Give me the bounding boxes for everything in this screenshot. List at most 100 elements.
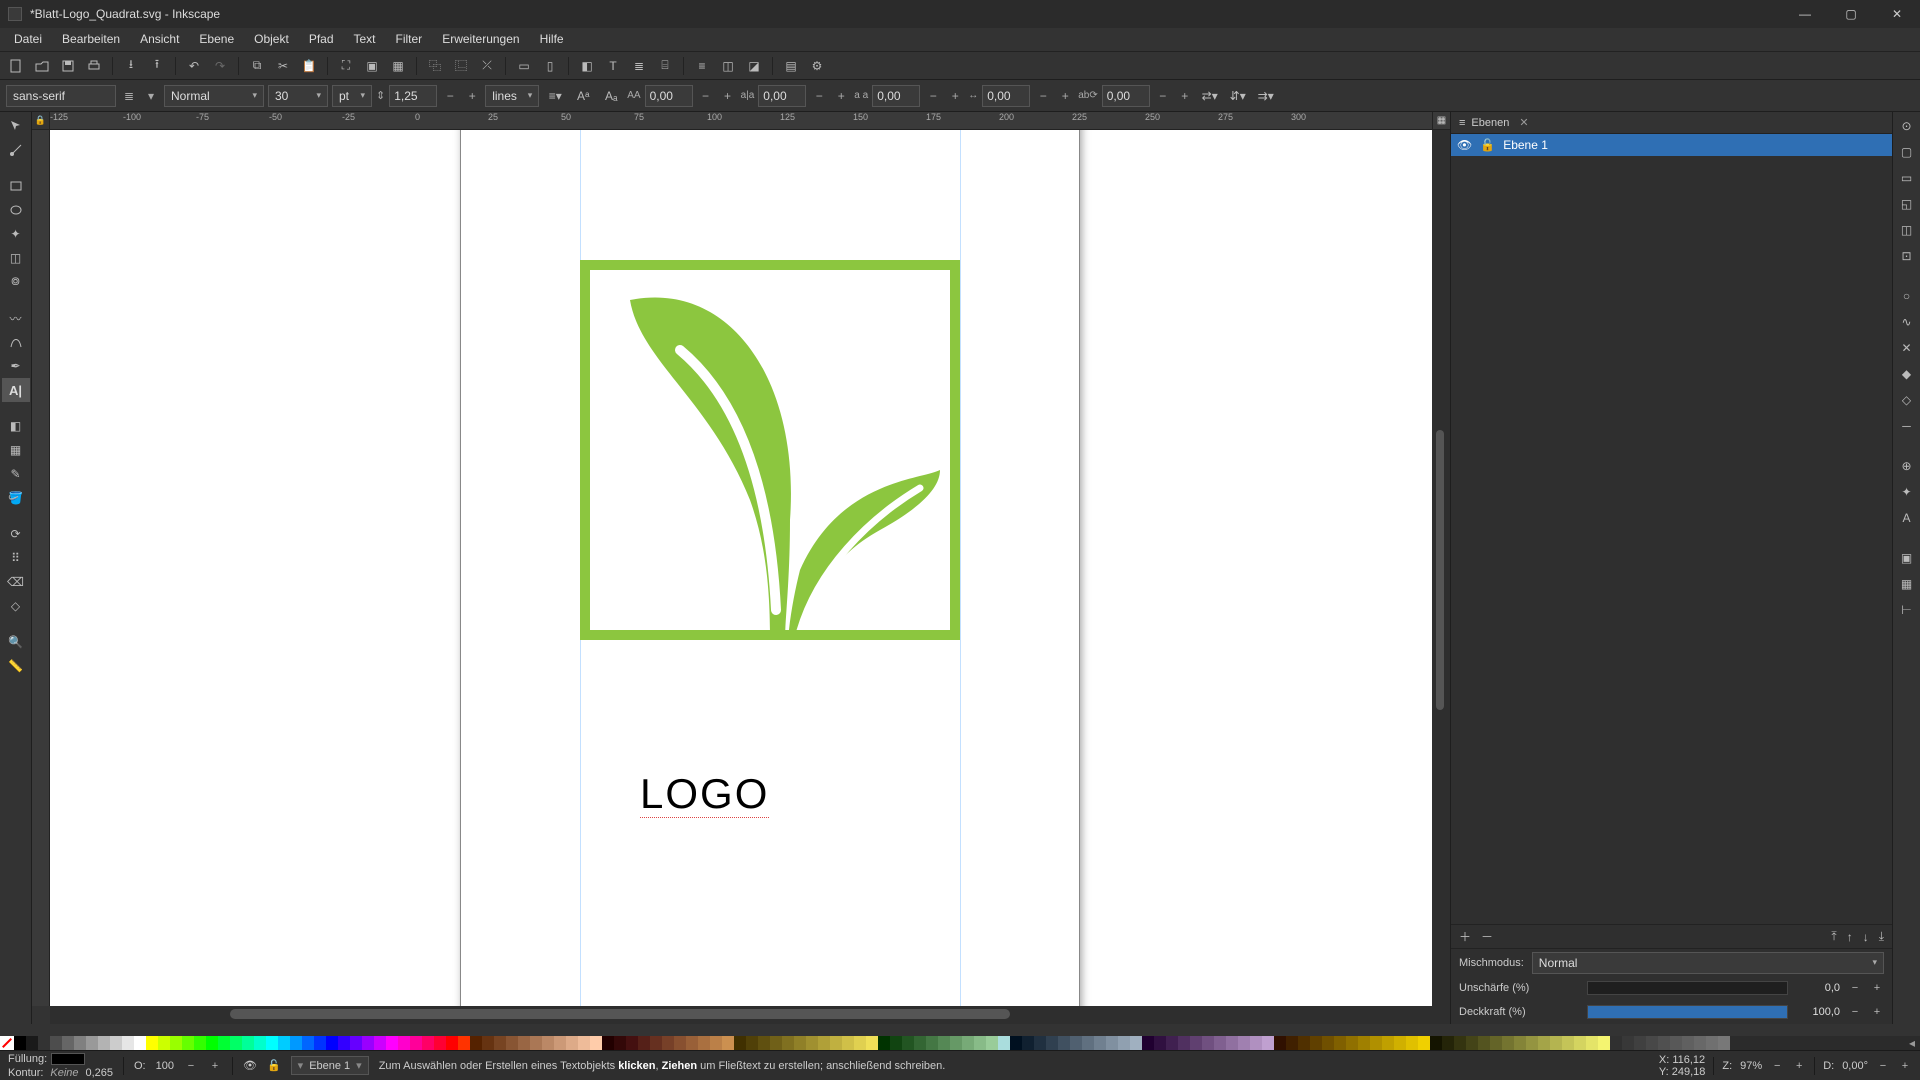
copy-button[interactable]: ⧉	[245, 54, 269, 78]
menu-ebene[interactable]: Ebene	[189, 28, 244, 51]
open-button[interactable]	[30, 54, 54, 78]
calligraphy-tool[interactable]: ✒	[2, 354, 30, 378]
lower-button[interactable]: ↓	[1863, 930, 1869, 944]
text-align-button[interactable]: ≡▾	[543, 84, 567, 108]
zoom-out[interactable]: −	[1770, 1060, 1784, 1072]
palette-swatch[interactable]	[1670, 1036, 1682, 1050]
palette-swatch[interactable]	[878, 1036, 890, 1050]
maximize-button[interactable]: ▢	[1828, 0, 1874, 28]
palette-swatch[interactable]	[1718, 1036, 1730, 1050]
palette-swatch[interactable]	[1358, 1036, 1370, 1050]
palette-swatch[interactable]	[1550, 1036, 1562, 1050]
palette-swatch[interactable]	[410, 1036, 422, 1050]
connector-tool[interactable]: ◇	[2, 594, 30, 618]
palette-swatch[interactable]	[1322, 1036, 1334, 1050]
blur-dec[interactable]: −	[1848, 982, 1862, 994]
palette-swatch[interactable]	[1418, 1036, 1430, 1050]
palette-swatch[interactable]	[278, 1036, 290, 1050]
star-tool[interactable]: ✦	[2, 222, 30, 246]
palette-swatch[interactable]	[314, 1036, 326, 1050]
snap-node[interactable]: ○	[1895, 284, 1919, 308]
writing-mode-button[interactable]: ⇄▾	[1198, 84, 1222, 108]
spiral-tool[interactable]: ៙	[2, 270, 30, 294]
palette-swatch[interactable]	[1622, 1036, 1634, 1050]
palette-swatch[interactable]	[1010, 1036, 1022, 1050]
dropper-tool[interactable]: ✎	[2, 462, 30, 486]
zoom-in[interactable]: +	[1792, 1060, 1806, 1072]
palette-swatch[interactable]	[98, 1036, 110, 1050]
palette-swatch[interactable]	[698, 1036, 710, 1050]
palette-swatch[interactable]	[38, 1036, 50, 1050]
palette-swatch[interactable]	[506, 1036, 518, 1050]
palette-swatch[interactable]	[1094, 1036, 1106, 1050]
menu-objekt[interactable]: Objekt	[244, 28, 299, 51]
palette-swatch[interactable]	[914, 1036, 926, 1050]
palette-swatch[interactable]	[386, 1036, 398, 1050]
palette-swatch[interactable]	[962, 1036, 974, 1050]
palette-swatch[interactable]	[458, 1036, 470, 1050]
palette-swatch[interactable]	[14, 1036, 26, 1050]
palette-swatch[interactable]	[602, 1036, 614, 1050]
layer-visibility-icon[interactable]: 👁	[1457, 138, 1472, 152]
export-button[interactable]: ⭱	[145, 54, 169, 78]
snap-line-mid[interactable]: ─	[1895, 414, 1919, 438]
palette-swatch[interactable]	[1082, 1036, 1094, 1050]
palette-swatch[interactable]	[1214, 1036, 1226, 1050]
palette-swatch[interactable]	[1610, 1036, 1622, 1050]
palette-swatch[interactable]	[398, 1036, 410, 1050]
command-bar-toggle[interactable]: ▦	[1432, 112, 1450, 130]
status-opacity-inc[interactable]: +	[208, 1060, 222, 1072]
palette-swatch[interactable]	[566, 1036, 578, 1050]
palette-swatch[interactable]	[362, 1036, 374, 1050]
palette-swatch[interactable]	[518, 1036, 530, 1050]
rotation-dec[interactable]: −	[1154, 85, 1172, 107]
palette-swatch[interactable]	[1538, 1036, 1550, 1050]
palette-swatch[interactable]	[1238, 1036, 1250, 1050]
palette-swatch[interactable]	[1454, 1036, 1466, 1050]
palette-swatch[interactable]	[1070, 1036, 1082, 1050]
snap-smooth[interactable]: ◇	[1895, 388, 1919, 412]
snap-edge[interactable]: ▭	[1895, 166, 1919, 190]
palette-swatch[interactable]	[1154, 1036, 1166, 1050]
ruler-lock-icon[interactable]: 🔒	[32, 112, 50, 130]
transform-dialog-button[interactable]: ◫	[716, 54, 740, 78]
dx-input[interactable]: 0,00	[982, 85, 1030, 107]
redo-button[interactable]: ↷	[208, 54, 232, 78]
palette-swatch[interactable]	[1046, 1036, 1058, 1050]
palette-swatch[interactable]	[1346, 1036, 1358, 1050]
layer-lock-icon[interactable]: 🔓	[1480, 138, 1495, 152]
palette-swatch[interactable]	[1286, 1036, 1298, 1050]
palette-swatch[interactable]	[1106, 1036, 1118, 1050]
zoom-value[interactable]: 97%	[1740, 1060, 1762, 1072]
palette-swatch[interactable]	[1166, 1036, 1178, 1050]
line-height-dec[interactable]: −	[441, 85, 459, 107]
palette-swatch[interactable]	[866, 1036, 878, 1050]
clone-button[interactable]: ⿺	[449, 54, 473, 78]
snap-page[interactable]: ▣	[1895, 546, 1919, 570]
palette-swatch[interactable]	[206, 1036, 218, 1050]
palette-swatch[interactable]	[158, 1036, 170, 1050]
canvas-text-object[interactable]: LOGO	[640, 770, 769, 818]
visibility-toggle-icon[interactable]: 👁	[243, 1059, 257, 1072]
kerning-input[interactable]: 0,00	[645, 85, 693, 107]
canvas-scrollbar-horizontal[interactable]	[50, 1006, 1450, 1024]
panel-close-icon[interactable]: ✕	[1519, 116, 1528, 129]
layer-row[interactable]: 👁 🔓 Ebene 1	[1451, 134, 1892, 156]
palette-swatch[interactable]	[1574, 1036, 1586, 1050]
palette-swatch[interactable]	[26, 1036, 38, 1050]
palette-swatch[interactable]	[1202, 1036, 1214, 1050]
line-height-unit-combo[interactable]: lines▾	[485, 85, 539, 107]
palette-swatch[interactable]	[1658, 1036, 1670, 1050]
canvas-scrollbar-vertical[interactable]	[1432, 130, 1450, 1006]
palette-swatch[interactable]	[218, 1036, 230, 1050]
color-palette[interactable]: ◂	[0, 1036, 1920, 1050]
palette-swatch[interactable]	[710, 1036, 722, 1050]
rotation-value[interactable]: 0,00°	[1842, 1060, 1868, 1072]
palette-swatch[interactable]	[854, 1036, 866, 1050]
panel-titlebar[interactable]: ≡ Ebenen ✕	[1451, 112, 1892, 134]
align-dialog-button[interactable]: ≡	[690, 54, 714, 78]
palette-swatch[interactable]	[434, 1036, 446, 1050]
add-layer-button[interactable]: ＋	[1459, 928, 1471, 945]
superscript-button[interactable]: Aᵃ	[571, 84, 595, 108]
no-color-swatch[interactable]	[0, 1036, 14, 1050]
